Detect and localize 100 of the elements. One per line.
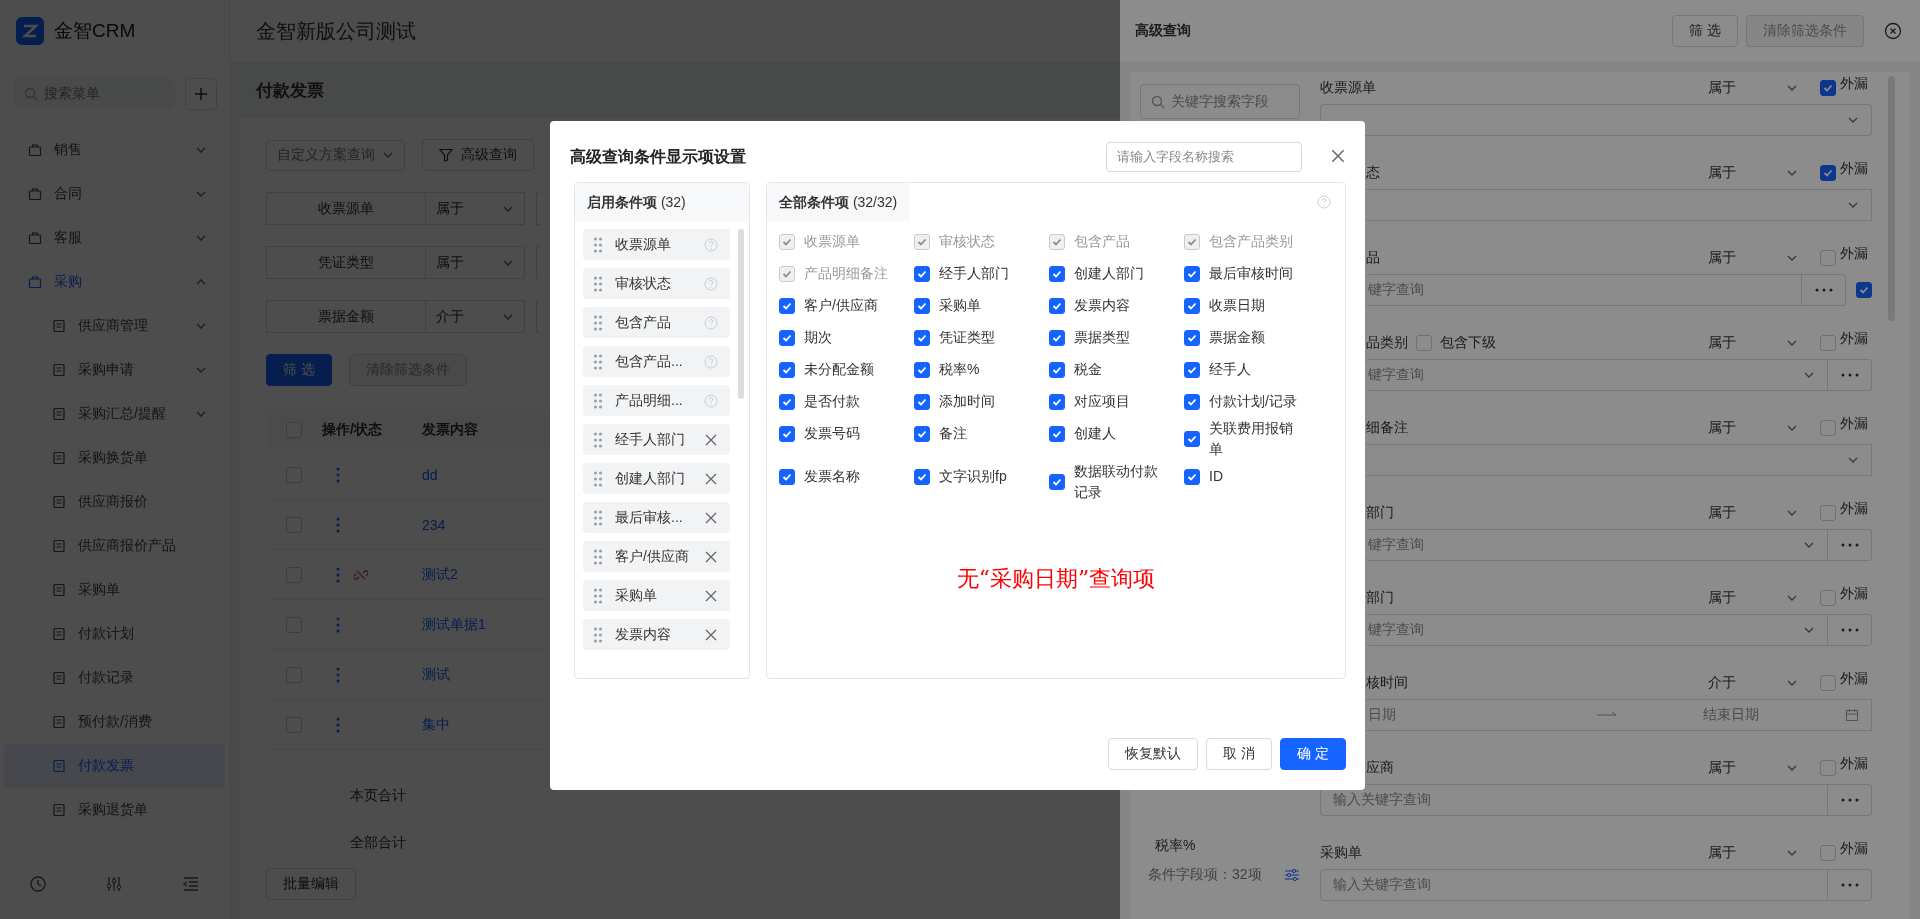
field-count: 条件字段项：32项 <box>1148 866 1262 884</box>
enabled-field-item[interactable]: 创建人部门 <box>583 463 730 494</box>
checkbox-label: 发票名称 <box>804 467 860 486</box>
checkbox-label: 采购单 <box>939 296 981 315</box>
enabled-field-item[interactable]: 产品明细... <box>583 385 730 416</box>
checkbox-label: 外漏 <box>1840 160 1868 178</box>
checkbox-label: 票据金额 <box>1209 328 1265 347</box>
advanced-query-button[interactable]: 高级查询 <box>422 139 534 171</box>
checkbox-label: 文字识别fp <box>939 467 1007 486</box>
field-label: 品类别 <box>1366 334 1408 352</box>
field-label: 收票源单 <box>1320 79 1376 97</box>
checkbox-label: 数据联动付款记录 <box>1074 462 1159 502</box>
checkbox-label: 对应项目 <box>1074 392 1130 411</box>
checkbox-label: 包含下级 <box>1440 334 1496 352</box>
checkbox-label: 经手人 <box>1209 360 1251 379</box>
checkbox-label: 经手人部门 <box>939 264 1009 283</box>
field-list-item[interactable]: 税率% <box>1155 837 1196 855</box>
invoice-link[interactable]: 集中 <box>422 715 450 732</box>
checkbox-label: 外漏 <box>1840 75 1868 93</box>
checkbox-label: 产品明细备注 <box>804 264 888 283</box>
checkbox-label: 收票源单 <box>804 232 860 251</box>
total-label: 全部合计 <box>350 833 406 852</box>
app-name: 金智CRM <box>54 19 136 43</box>
batch-edit-button[interactable]: 批量编辑 <box>266 868 356 900</box>
operator-select[interactable]: 属于 <box>1708 79 1798 97</box>
checkbox-label: 税金 <box>1074 360 1102 379</box>
checkbox-label: 外漏 <box>1840 670 1868 688</box>
select-field[interactable]: 键字查询 <box>1366 529 1828 561</box>
operator-select[interactable]: 属于 <box>1708 164 1798 182</box>
enabled-field-item[interactable]: 包含产品... <box>583 346 730 377</box>
enabled-field-item[interactable]: 经手人部门 <box>583 424 730 455</box>
checkbox-label: 期次 <box>804 328 832 347</box>
checkbox-label: 添加时间 <box>939 392 995 411</box>
operator-select[interactable]: 属于 <box>1708 589 1798 607</box>
checkbox-label: 收票日期 <box>1209 296 1265 315</box>
checkbox-label: 关联费用报销单 <box>1209 419 1294 459</box>
panel-tab[interactable]: 全部条件项 (32/32) <box>767 183 910 221</box>
operator-select[interactable]: 属于 <box>1708 759 1798 777</box>
field-label: 采购单 <box>1320 844 1362 862</box>
checkbox-label: 外漏 <box>1840 840 1868 858</box>
total-label: 本页合计 <box>350 786 406 805</box>
operator-select[interactable]: 介于 <box>1708 674 1798 692</box>
field-label: 品 <box>1366 249 1380 267</box>
search-field[interactable]: 关键字搜索字段 <box>1140 84 1300 119</box>
select-field[interactable]: 键字查询 <box>1366 614 1828 646</box>
company-name: 金智新版公司测试 <box>256 18 416 44</box>
field-label: 部门 <box>1366 589 1394 607</box>
operator-select[interactable]: 属于 <box>1708 419 1798 437</box>
field-label: 部门 <box>1366 504 1394 522</box>
drawer-title: 高级查询 <box>1135 22 1192 40</box>
checkbox-label: 包含产品 <box>1074 232 1130 251</box>
page-title: 付款发票 <box>256 79 324 102</box>
field-label: 应商 <box>1366 759 1394 777</box>
filter-field: 凭证类型 <box>266 246 426 279</box>
column-header: 操作/状态 <box>322 421 382 439</box>
checkbox-label: 创建人 <box>1074 424 1116 443</box>
lookup-field[interactable]: 输入关键字查询 <box>1320 784 1828 816</box>
checkbox-label: 发票号码 <box>804 424 860 443</box>
checkbox-label: 备注 <box>939 424 967 443</box>
checkbox-label: 未分配金额 <box>804 360 874 379</box>
sidebar-item[interactable]: 销售 <box>0 128 229 172</box>
checkbox-label: 外漏 <box>1840 500 1868 518</box>
checkbox-label: 外漏 <box>1840 755 1868 773</box>
dialog-button[interactable]: 确 定 <box>1280 738 1346 770</box>
checkbox-label: 外漏 <box>1840 415 1868 433</box>
sidebar-item[interactable]: 采购 <box>0 260 229 304</box>
invoice-link[interactable]: 测试 <box>422 665 450 682</box>
operator-select[interactable]: 属于 <box>1708 504 1798 522</box>
enabled-field-item[interactable]: 最后审核... <box>583 502 730 533</box>
enabled-field-item[interactable]: 客户/供应商 <box>583 541 730 572</box>
operator-select[interactable]: 属于 <box>1708 249 1798 267</box>
checkbox-label: 包含产品类别 <box>1209 232 1293 251</box>
date-range-field[interactable]: 日期 结束日期 <box>1366 699 1872 731</box>
enabled-field-item[interactable]: 审核状态 <box>583 268 730 299</box>
checkbox-label: 外漏 <box>1840 585 1868 603</box>
operator-select[interactable]: 属于 <box>1708 844 1798 862</box>
annotation-text: 无“采购日期”查询项 <box>955 565 1157 593</box>
checkbox-label: 最后审核时间 <box>1209 264 1293 283</box>
dialog-button[interactable]: 取 消 <box>1206 738 1273 770</box>
invoice-link[interactable]: 234 <box>422 516 446 533</box>
lookup-field[interactable]: 输入关键字查询 <box>1320 869 1828 901</box>
invoice-link[interactable]: 测试单据1 <box>422 615 486 632</box>
checkbox-label: 税率% <box>939 360 980 379</box>
enabled-field-item[interactable]: 发票内容 <box>583 619 730 650</box>
checkbox-label: 凭证类型 <box>939 328 995 347</box>
enabled-field-item[interactable]: 包含产品 <box>583 307 730 338</box>
sidebar-item[interactable]: 供应商报价 <box>0 480 229 524</box>
dialog-button[interactable]: 恢复默认 <box>1108 738 1199 770</box>
filter-button[interactable]: 筛 选 <box>1672 15 1738 47</box>
search-field[interactable]: 请输入字段名称搜索 <box>1106 142 1302 172</box>
filter-field: 票据金额 <box>266 300 426 333</box>
operator-select[interactable]: 属于 <box>1708 334 1798 352</box>
invoice-link[interactable]: 测试2 <box>422 565 458 582</box>
lookup-field[interactable]: 键字查询 <box>1366 274 1802 306</box>
invoice-link[interactable]: dd <box>422 466 438 483</box>
enabled-field-item[interactable]: 收票源单 <box>583 229 730 260</box>
checkbox-label: 外漏 <box>1840 330 1868 348</box>
checkbox-label: 客户/供应商 <box>804 296 878 315</box>
enabled-field-item[interactable]: 采购单 <box>583 580 730 611</box>
select-field[interactable]: 键字查询 <box>1366 359 1828 391</box>
